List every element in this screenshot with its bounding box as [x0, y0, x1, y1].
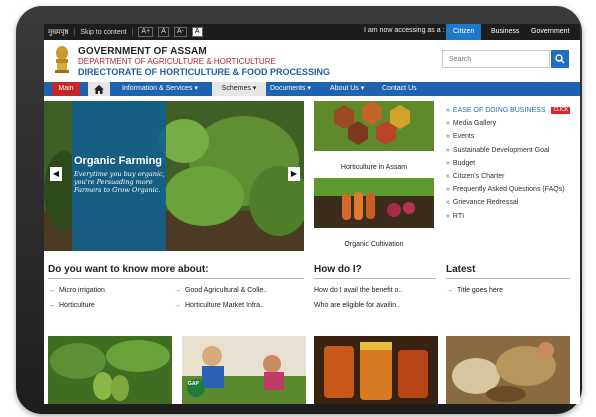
know-more-item[interactable]: → Micro irrigation — [48, 287, 105, 294]
audience-business[interactable]: Business — [484, 24, 526, 40]
how-do-i-item[interactable]: How do I avail the benefit o.. — [314, 287, 402, 294]
link-rti[interactable]: » RTI — [446, 210, 574, 223]
nav-contact-us[interactable]: Contact Us — [382, 82, 417, 96]
thumb-organic[interactable]: Organic Cultivation — [314, 178, 434, 248]
thumb-caption: Organic Cultivation — [344, 241, 404, 248]
access-label: I am now accessing as a : — [364, 27, 445, 34]
section-title-know-more: Do you want to know more about: — [48, 264, 209, 275]
divider — [48, 278, 304, 279]
divider — [446, 278, 570, 279]
audience-government[interactable]: Government — [524, 24, 577, 40]
divider — [314, 278, 436, 279]
nav-documents[interactable]: Documents ▾ — [270, 82, 311, 96]
link-ease-of-doing-business[interactable]: » EASE OF DOING BUSINESS CLICK — [446, 104, 574, 117]
slider-title: Organic Farming — [74, 155, 163, 167]
how-do-i-item[interactable]: Who are eligible for availin.. — [314, 302, 400, 309]
nav-about-us[interactable]: About Us ▾ — [330, 82, 364, 96]
link-sdg[interactable]: » Sustainable Development Goal — [446, 144, 574, 157]
link-budget[interactable]: » Budget — [446, 157, 574, 170]
thumb-caption: Horticulture in Assam — [340, 164, 408, 171]
link-media-gallery[interactable]: » Media Gallery — [446, 117, 574, 130]
tablet-frame: मुख्यपृष्ठ | Skip to content | A+ A A- A… — [16, 6, 582, 414]
state-emblem-icon — [55, 46, 69, 73]
font-normal-button[interactable]: A — [158, 27, 169, 37]
papaya-image[interactable] — [48, 336, 172, 404]
section-title-latest: Latest — [446, 264, 476, 275]
pickles-image[interactable] — [314, 336, 438, 404]
food-processing-image[interactable] — [446, 336, 570, 404]
nav-main[interactable]: Main — [52, 82, 80, 96]
font-decrease-button[interactable]: A- — [173, 27, 187, 37]
link-events[interactable]: » Events — [446, 130, 574, 143]
gap-farmer-image[interactable] — [182, 336, 306, 404]
slider-next-button[interactable]: ▶ — [288, 167, 300, 181]
link-grievance[interactable]: » Grievance Redressal — [446, 196, 574, 209]
nav-information-services[interactable]: Information & Services ▾ — [122, 82, 198, 96]
font-increase-button[interactable]: A+ — [138, 27, 154, 37]
link-citizens-charter[interactable]: » Citizen's Charter — [446, 170, 574, 183]
site-header: GOVERNMENT OF ASSAM DEPARTMENT OF AGRICU… — [44, 40, 580, 78]
directorate-title[interactable]: DIRECTORATE OF HORTICULTURE & FOOD PROCE… — [78, 67, 330, 77]
search-icon — [555, 54, 565, 64]
home-link[interactable]: मुख्यपृष्ठ — [48, 28, 68, 37]
main-nav: Main Information & Services ▾ Schemes ▾ … — [44, 82, 580, 96]
screen: मुख्यपृष्ठ | Skip to content | A+ A A- A… — [44, 24, 580, 404]
link-faqs[interactable]: » Frequently Asked Questions (FAQs) — [446, 183, 574, 196]
search-button[interactable] — [551, 50, 569, 68]
high-contrast-button[interactable]: A — [191, 27, 203, 37]
department-title: DEPARTMENT OF AGRICULTURE & HORTICULTURE — [78, 57, 276, 66]
search-input[interactable] — [442, 50, 550, 68]
slider-subtitle: Everytime you buy organic, you're Persua… — [74, 170, 165, 194]
hero-slider: Organic Farming Everytime you buy organi… — [44, 101, 304, 251]
know-more-item[interactable]: → Horticulture — [48, 302, 95, 309]
government-title: GOVERNMENT OF ASSAM — [78, 46, 207, 57]
click-badge[interactable]: CLICK — [551, 106, 571, 114]
gap-badge: GAP — [188, 381, 199, 387]
latest-item[interactable]: → Title goes here — [446, 287, 503, 294]
horticulture-image — [314, 101, 434, 151]
nav-schemes[interactable]: Schemes ▾ — [212, 82, 266, 96]
skip-to-content-link[interactable]: Skip to content — [80, 29, 126, 36]
home-icon — [94, 84, 104, 94]
slider-prev-button[interactable]: ◀ — [50, 167, 62, 181]
audience-citizen[interactable]: Citizen — [446, 24, 482, 40]
thumb-horticulture[interactable]: Horticulture in Assam — [314, 101, 434, 171]
top-bar: मुख्यपृष्ठ | Skip to content | A+ A A- A… — [44, 24, 580, 40]
know-more-item[interactable]: → Good Agricultural & Colle.. — [174, 287, 267, 294]
nav-home[interactable] — [88, 82, 110, 96]
section-title-how-do-i: How do I? — [314, 264, 362, 275]
quick-links: » EASE OF DOING BUSINESS CLICK » Media Gall… — [446, 104, 574, 223]
know-more-item[interactable]: → Horticulture Market Infra.. — [174, 302, 264, 309]
organic-cultivation-image — [314, 178, 434, 228]
